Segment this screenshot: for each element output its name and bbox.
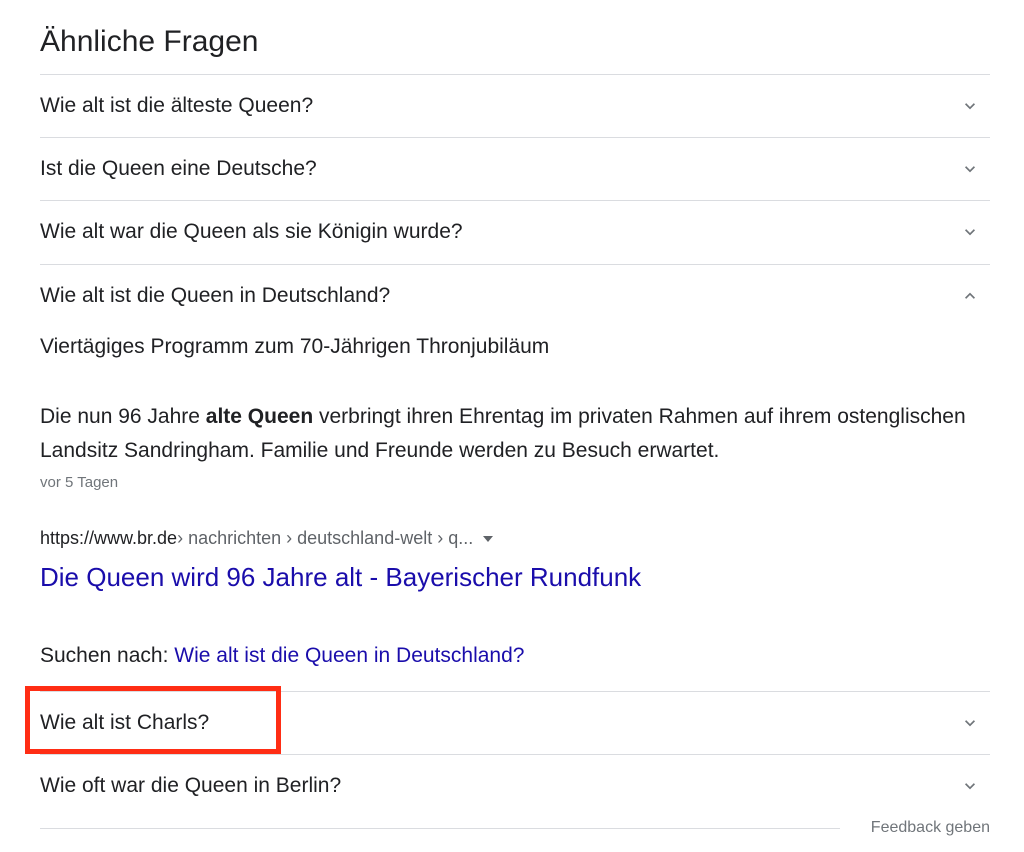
question-text: Wie oft war die Queen in Berlin? <box>40 774 342 797</box>
chevron-down-icon[interactable] <box>956 709 984 737</box>
chevron-down-icon[interactable] <box>956 218 984 246</box>
snippet-date: vor 5 Tagen <box>40 474 119 491</box>
chevron-down-icon[interactable] <box>956 92 984 120</box>
answer-title: Viertägiges Programm zum 70-Jährigen Thr… <box>40 335 550 358</box>
chevron-down-icon[interactable] <box>956 772 984 800</box>
section-heading: Ähnliche Fragen <box>40 25 259 58</box>
question-row-3[interactable]: Wie alt war die Queen als sie Königin wu… <box>40 201 990 263</box>
source-breadcrumb: https://www.br.de › nachrichten › deutsc… <box>40 528 494 549</box>
question-row-1[interactable]: Wie alt ist die älteste Queen? <box>40 75 990 137</box>
question-row-4-expanded[interactable]: Wie alt ist die Queen in Deutschland? <box>40 265 990 327</box>
result-link[interactable]: Die Queen wird 96 Jahre alt - Bayerische… <box>40 562 641 593</box>
answer-snippet: Die nun 96 Jahre alte Queen verbringt ih… <box>40 400 970 468</box>
feedback-link[interactable]: Feedback geben <box>871 819 990 837</box>
search-for: Suchen nach: Wie alt ist die Queen in De… <box>40 644 524 668</box>
question-row-2[interactable]: Ist die Queen eine Deutsche? <box>40 138 990 200</box>
snippet-bold: alte Queen <box>205 405 314 428</box>
chevron-down-icon[interactable] <box>956 155 984 183</box>
chevron-up-icon[interactable] <box>956 282 984 310</box>
question-row-5[interactable]: Wie alt ist Charls? <box>40 692 990 754</box>
caret-down-icon[interactable] <box>483 535 494 542</box>
snippet-text: Die nun 96 Jahre <box>40 405 206 428</box>
footer-divider <box>40 828 840 829</box>
question-row-6[interactable]: Wie oft war die Queen in Berlin? <box>40 755 990 817</box>
question-text: Wie alt ist die Queen in Deutschland? <box>40 284 391 307</box>
source-domain: https://www.br.de <box>40 528 178 548</box>
search-for-link[interactable]: Wie alt ist die Queen in Deutschland? <box>174 644 524 667</box>
question-text: Wie alt ist die älteste Queen? <box>40 94 314 117</box>
question-text: Wie alt ist Charls? <box>40 711 210 734</box>
question-text: Ist die Queen eine Deutsche? <box>40 157 317 180</box>
question-text: Wie alt war die Queen als sie Königin wu… <box>40 220 463 243</box>
source-path: › nachrichten › deutschland-welt › q... <box>177 528 474 548</box>
search-for-label: Suchen nach: <box>40 644 175 667</box>
